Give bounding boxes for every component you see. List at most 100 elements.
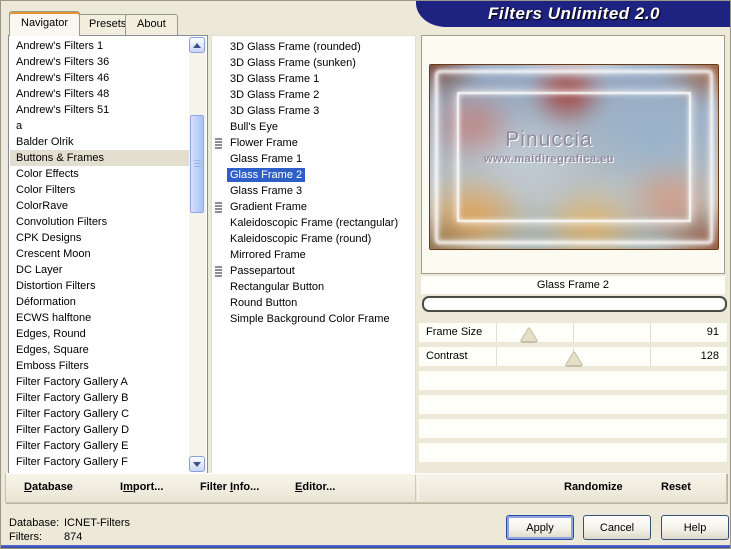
category-item[interactable]: Emboss Filters [10, 358, 189, 374]
category-item[interactable]: Andrew's Filters 48 [10, 86, 189, 102]
category-item[interactable]: Convolution Filters [10, 214, 189, 230]
filter-item[interactable]: Simple Background Color Frame [212, 311, 415, 327]
category-item[interactable]: Buttons & Frames [10, 150, 189, 166]
filter-item[interactable]: 3D Glass Frame 3 [212, 103, 415, 119]
category-item[interactable]: Andrew's Filters 1 [10, 38, 189, 54]
filter-item[interactable]: Bull's Eye [212, 119, 415, 135]
slider-tick [650, 323, 651, 342]
filter-item-label: 3D Glass Frame (sunken) [230, 57, 356, 69]
filter-item[interactable]: Glass Frame 1 [212, 151, 415, 167]
category-item[interactable]: Crescent Moon [10, 246, 189, 262]
filter-item[interactable]: Rectangular Button [212, 279, 415, 295]
filter-item-label: Kaleidoscopic Frame (round) [230, 233, 372, 245]
category-item[interactable]: Andrew's Filters 51 [10, 102, 189, 118]
filter-item-label: Simple Background Color Frame [230, 313, 390, 325]
category-item[interactable]: Distortion Filters [10, 278, 189, 294]
category-item[interactable]: Color Filters [10, 182, 189, 198]
filters-unlimited-window: Filters Unlimited 2.0 Navigator Presets … [0, 0, 731, 549]
preview-panel: Glass Frame 2 Frame Size 91 Contrast 128 Pi… [419, 35, 727, 472]
filter-item-label: Rectangular Button [230, 281, 325, 293]
filter-item[interactable]: Flower Frame [212, 135, 415, 151]
toolbar-button-randomize[interactable]: Randomize [564, 481, 623, 493]
filter-item[interactable]: 3D Glass Frame (rounded) [212, 39, 415, 55]
toolbar-button-filter-info[interactable]: Filter Info... [200, 481, 259, 493]
slider-thumb[interactable] [565, 352, 582, 365]
category-item[interactable]: a [10, 118, 189, 134]
toolbar-button-import[interactable]: Import... [120, 481, 163, 493]
category-item[interactable]: Filter Factory Gallery C [10, 406, 189, 422]
toolbar-button-database[interactable]: Database [24, 481, 73, 493]
preview-image[interactable] [429, 64, 719, 250]
filter-item[interactable]: 3D Glass Frame 2 [212, 87, 415, 103]
scrollbar-down-button[interactable] [189, 456, 205, 472]
tab-navigator[interactable]: Navigator [9, 11, 81, 36]
filter-item-label: Glass Frame 3 [230, 185, 303, 197]
slider-tick [573, 323, 574, 342]
category-item[interactable]: Filter Factory Gallery E [10, 438, 189, 454]
category-item[interactable]: Andrew's Filters 36 [10, 54, 189, 70]
empty-slider-row [419, 443, 727, 462]
filter-item[interactable]: 3D Glass Frame 1 [212, 71, 415, 87]
window-bottom-edge [1, 545, 730, 548]
tab-about[interactable]: About [125, 14, 178, 35]
filter-item[interactable]: Gradient Frame [212, 199, 415, 215]
slider-rows: Frame Size 91 Contrast 128 [419, 323, 727, 467]
category-item[interactable]: ColorRave [10, 198, 189, 214]
toolbar-button-editor[interactable]: Editor... [295, 481, 335, 493]
toolbar-button-reset[interactable]: Reset [661, 481, 691, 493]
filter-item-label: Mirrored Frame [230, 249, 306, 261]
category-item[interactable]: Andrew's Filters 46 [10, 70, 189, 86]
empty-slider-row [419, 419, 727, 438]
slider-tick [650, 347, 651, 366]
filter-item[interactable]: 3D Glass Frame (sunken) [212, 55, 415, 71]
progress-bar [422, 296, 727, 312]
preview-caption: Glass Frame 2 [421, 276, 725, 294]
empty-slider-row [419, 395, 727, 414]
filter-item[interactable]: Glass Frame 2 [212, 167, 415, 183]
filter-item[interactable]: Kaleidoscopic Frame (round) [212, 231, 415, 247]
status-filters-value: 874 [64, 531, 83, 543]
category-item[interactable]: Filter Factory Gallery D [10, 422, 189, 438]
help-button[interactable]: Help [661, 515, 729, 540]
preset-stack-icon [215, 138, 222, 149]
scrollbar-up-button[interactable] [189, 37, 205, 53]
slider-row[interactable]: Frame Size 91 [419, 323, 727, 342]
filter-item[interactable]: Mirrored Frame [212, 247, 415, 263]
apply-button[interactable]: Apply [506, 515, 574, 540]
filter-item[interactable]: Kaleidoscopic Frame (rectangular) [212, 215, 415, 231]
filter-list: 3D Glass Frame (rounded) 3D Glass Frame (… [212, 39, 415, 327]
filter-item[interactable]: Round Button [212, 295, 415, 311]
scrollbar-grip-icon [194, 160, 201, 168]
arrow-down-icon [193, 461, 201, 467]
slider-thumb[interactable] [520, 328, 537, 341]
preview-box [421, 35, 725, 274]
category-item[interactable]: Filter Factory Gallery B [10, 390, 189, 406]
category-item[interactable]: Edges, Round [10, 326, 189, 342]
category-scrollbar[interactable] [189, 37, 206, 472]
filter-item-label: 3D Glass Frame 3 [230, 105, 320, 117]
category-item[interactable]: Déformation [10, 294, 189, 310]
filter-item-label: Passepartout [230, 265, 295, 277]
filter-item-label: Kaleidoscopic Frame (rectangular) [230, 217, 399, 229]
category-item[interactable]: Edges, Square [10, 342, 189, 358]
category-item[interactable]: Filter Factory Gallery A [10, 374, 189, 390]
filter-item-label: Glass Frame 2 [227, 168, 306, 182]
cancel-button[interactable]: Cancel [583, 515, 651, 540]
arrow-up-icon [193, 42, 201, 48]
filter-item-label: 3D Glass Frame 2 [230, 89, 320, 101]
scrollbar-thumb[interactable] [190, 115, 204, 213]
glass-frame-inner-ring [457, 92, 691, 222]
category-item[interactable]: Filter Factory Gallery F [10, 454, 189, 470]
category-item[interactable]: CPK Designs [10, 230, 189, 246]
category-item[interactable]: ECWS halftone [10, 310, 189, 326]
filter-item-label: Round Button [230, 297, 298, 309]
filter-item[interactable]: Glass Frame 3 [212, 183, 415, 199]
slider-row[interactable]: Contrast 128 [419, 347, 727, 366]
preset-stack-icon [215, 202, 222, 213]
category-item[interactable]: Balder Olrik [10, 134, 189, 150]
slider-tick [496, 323, 497, 342]
category-item[interactable]: Color Effects [10, 166, 189, 182]
app-title: Filters Unlimited 2.0 [487, 4, 661, 23]
filter-item[interactable]: Passepartout [212, 263, 415, 279]
category-item[interactable]: DC Layer [10, 262, 189, 278]
